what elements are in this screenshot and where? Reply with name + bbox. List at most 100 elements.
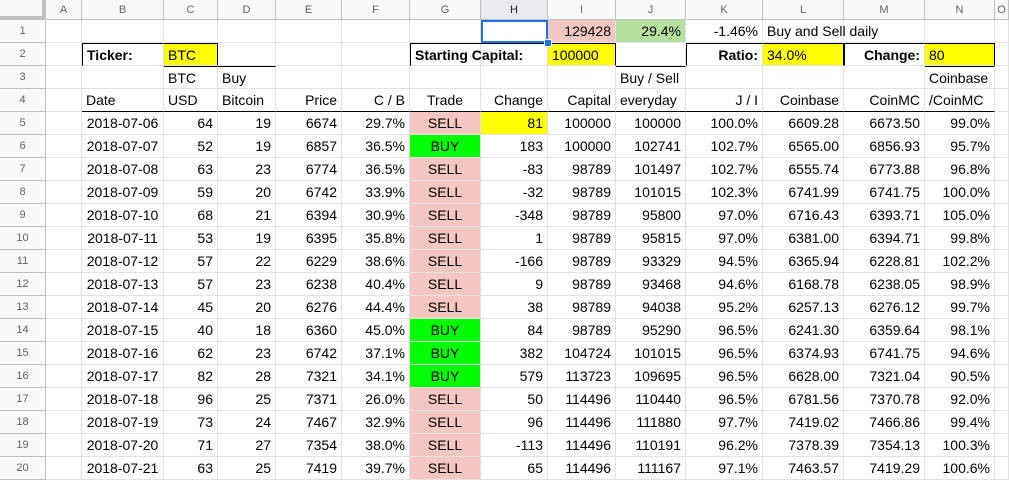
price-cell[interactable]: 6395 xyxy=(276,227,342,250)
ji-ratio-cell[interactable]: 97.0% xyxy=(686,204,763,227)
coinmc-price-cell[interactable]: 6359.64 xyxy=(844,319,925,342)
capital-cell[interactable]: 114496 xyxy=(548,434,616,457)
cell-o7[interactable] xyxy=(995,158,1009,181)
cell-a9[interactable] xyxy=(46,204,82,227)
coinbase-coinmc-ratio-cell[interactable]: 99.7% xyxy=(925,296,995,319)
cell-a10[interactable] xyxy=(46,227,82,250)
cell-n1[interactable] xyxy=(925,20,995,43)
fill-handle[interactable] xyxy=(544,39,552,47)
date-cell[interactable]: 2018-07-17 xyxy=(82,365,164,388)
coinbase-price-cell[interactable]: 6257.13 xyxy=(763,296,844,319)
buy-sell-everyday-cell[interactable]: 110191 xyxy=(616,434,686,457)
capital-cell[interactable]: 104724 xyxy=(548,342,616,365)
buy-sell-everyday-cell[interactable]: 100000 xyxy=(616,112,686,135)
date-cell[interactable]: 2018-07-08 xyxy=(82,158,164,181)
cb-ratio-cell[interactable]: 29.7% xyxy=(342,112,410,135)
coinbase-coinmc-ratio-cell[interactable]: 96.8% xyxy=(925,158,995,181)
ji-ratio-cell[interactable]: 102.7% xyxy=(686,158,763,181)
cell-o5[interactable] xyxy=(995,112,1009,135)
coinmc-price-cell[interactable]: 7419.29 xyxy=(844,457,925,480)
row-header-18[interactable]: 18 xyxy=(0,411,46,434)
cell-l1[interactable]: Buy and Sell daily xyxy=(763,20,925,43)
cell-a6[interactable] xyxy=(46,135,82,158)
cb-ratio-cell[interactable]: 32.9% xyxy=(342,411,410,434)
column-header-h[interactable]: H xyxy=(481,0,548,20)
price-cell[interactable]: 6360 xyxy=(276,319,342,342)
cell-a12[interactable] xyxy=(46,273,82,296)
change-cell[interactable]: -32 xyxy=(481,181,548,204)
buy-sell-everyday-cell[interactable]: 93468 xyxy=(616,273,686,296)
capital-cell[interactable]: 100000 xyxy=(548,135,616,158)
ji-ratio-cell[interactable]: 102.3% xyxy=(686,181,763,204)
column-header-b[interactable]: B xyxy=(82,0,164,20)
cell-o15[interactable] xyxy=(995,342,1009,365)
cb-ratio-cell[interactable]: 38.6% xyxy=(342,250,410,273)
trade-signal-cell[interactable]: SELL xyxy=(410,457,481,480)
row-header-4[interactable]: 4 xyxy=(0,89,46,112)
select-all-corner[interactable] xyxy=(0,0,46,20)
buy-bitcoin-cell[interactable]: 24 xyxy=(218,411,276,434)
cell-o14[interactable] xyxy=(995,319,1009,342)
cell-f1[interactable] xyxy=(342,20,410,43)
cell-a1[interactable] xyxy=(46,20,82,43)
cb-ratio-cell[interactable]: 33.9% xyxy=(342,181,410,204)
trade-signal-cell[interactable]: SELL xyxy=(410,158,481,181)
ticker-input[interactable]: BTC xyxy=(164,43,218,66)
btc-usd-cell[interactable]: 45 xyxy=(164,296,218,319)
ji-ratio-cell[interactable]: 100.0% xyxy=(686,112,763,135)
cb-ratio-cell[interactable]: 38.0% xyxy=(342,434,410,457)
coinbase-price-cell[interactable]: 6555.74 xyxy=(763,158,844,181)
cell-k1[interactable]: -1.46% xyxy=(686,20,763,43)
btc-usd-cell[interactable]: 57 xyxy=(164,250,218,273)
cb-ratio-cell[interactable]: 45.0% xyxy=(342,319,410,342)
cell-o4[interactable] xyxy=(995,89,1009,112)
buy-sell-everyday-cell[interactable]: 93329 xyxy=(616,250,686,273)
coinbase-coinmc-ratio-cell[interactable]: 98.9% xyxy=(925,273,995,296)
btc-usd-cell[interactable]: 53 xyxy=(164,227,218,250)
ji-ratio-cell[interactable]: 97.7% xyxy=(686,411,763,434)
capital-cell[interactable]: 98789 xyxy=(548,158,616,181)
capital-cell[interactable]: 114496 xyxy=(548,388,616,411)
cell-o18[interactable] xyxy=(995,411,1009,434)
ji-ratio-cell[interactable]: 97.0% xyxy=(686,227,763,250)
change-cell[interactable]: 96 xyxy=(481,411,548,434)
cell-g3[interactable] xyxy=(410,66,481,89)
coinmc-price-cell[interactable]: 6773.88 xyxy=(844,158,925,181)
buy-bitcoin-cell[interactable]: 22 xyxy=(218,250,276,273)
row-header-16[interactable]: 16 xyxy=(0,365,46,388)
cell-o20[interactable] xyxy=(995,457,1009,480)
btc-usd-cell[interactable]: 71 xyxy=(164,434,218,457)
buy-sell-everyday-cell[interactable]: 95800 xyxy=(616,204,686,227)
trade-signal-cell[interactable]: BUY xyxy=(410,342,481,365)
coinbase-price-cell[interactable]: 6741.99 xyxy=(763,181,844,204)
row-header-8[interactable]: 8 xyxy=(0,181,46,204)
coinbase-coinmc-ratio-cell[interactable]: 105.0% xyxy=(925,204,995,227)
coinbase-price-cell[interactable]: 6241.30 xyxy=(763,319,844,342)
price-cell[interactable]: 6674 xyxy=(276,112,342,135)
price-cell[interactable]: 7321 xyxy=(276,365,342,388)
coinbase-price-cell[interactable]: 6381.00 xyxy=(763,227,844,250)
coinbase-price-cell[interactable]: 6374.93 xyxy=(763,342,844,365)
change-cell[interactable]: 38 xyxy=(481,296,548,319)
price-cell[interactable]: 6774 xyxy=(276,158,342,181)
row-header-13[interactable]: 13 xyxy=(0,296,46,319)
buy-bitcoin-cell[interactable]: 20 xyxy=(218,296,276,319)
cb-ratio-cell[interactable]: 39.7% xyxy=(342,457,410,480)
cell-h3[interactable] xyxy=(481,66,548,89)
ji-ratio-cell[interactable]: 97.1% xyxy=(686,457,763,480)
coinbase-coinmc-ratio-cell[interactable]: 94.6% xyxy=(925,342,995,365)
coinbase-price-cell[interactable]: 7419.02 xyxy=(763,411,844,434)
coinbase-price-cell[interactable]: 6781.56 xyxy=(763,388,844,411)
cell-a16[interactable] xyxy=(46,365,82,388)
cell-a18[interactable] xyxy=(46,411,82,434)
cell-h1-selected[interactable] xyxy=(481,20,548,43)
cell-o16[interactable] xyxy=(995,365,1009,388)
trade-signal-cell[interactable]: SELL xyxy=(410,204,481,227)
cb-ratio-cell[interactable]: 26.0% xyxy=(342,388,410,411)
capital-cell[interactable]: 100000 xyxy=(548,112,616,135)
coinmc-price-cell[interactable]: 7354.13 xyxy=(844,434,925,457)
row-header-12[interactable]: 12 xyxy=(0,273,46,296)
cell-a4[interactable] xyxy=(46,89,82,112)
ji-ratio-cell[interactable]: 96.5% xyxy=(686,365,763,388)
cell-f2[interactable] xyxy=(342,43,410,66)
